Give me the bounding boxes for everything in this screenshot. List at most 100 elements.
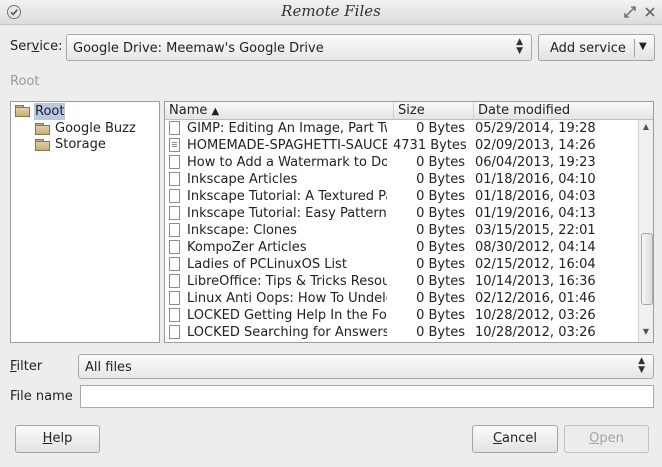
file-date: 06/04/2013, 19:23 — [475, 155, 596, 170]
file-row[interactable]: Inkscape Tutorial: A Textured Pattern 0 B… — [165, 188, 637, 205]
file-name: LOCKED Searching for Answers — [187, 325, 387, 340]
file-size: 0 Bytes — [416, 257, 465, 272]
file-row[interactable]: LOCKED Searching for Answers 0 Bytes 10/28… — [165, 324, 637, 341]
maximize-icon[interactable] — [622, 4, 638, 20]
folder-tree[interactable]: Root Google Buzz Storage — [10, 101, 160, 343]
scroll-down-icon[interactable]: ▼ — [640, 327, 652, 336]
file-size: 0 Bytes — [416, 240, 465, 255]
tree-item-storage[interactable]: Storage — [11, 136, 159, 153]
file-row[interactable]: Inkscape Articles 0 Bytes 01/18/2016, 04:1… — [165, 171, 637, 188]
file-name: Inkscape Articles — [187, 172, 298, 187]
open-label: Open — [589, 431, 624, 446]
document-icon — [169, 121, 180, 135]
file-row[interactable]: HOMEMADE-SPAGHETTI-SAUCE 4731 Bytes 02/09/… — [165, 137, 637, 154]
text-file-icon — [169, 138, 180, 152]
file-size: 0 Bytes — [416, 121, 465, 136]
title-bar: Remote Files — [0, 0, 662, 25]
file-name: How to Add a Watermark to Documents — [187, 155, 387, 170]
tree-item-label: Google Buzz — [55, 121, 136, 136]
file-date: 05/29/2014, 19:28 — [475, 121, 596, 136]
file-name: Ladies of PCLinuxOS List — [187, 257, 347, 272]
file-name: Linux Anti Oops: How To Undelete — [187, 291, 387, 306]
file-date: 01/18/2016, 04:03 — [475, 189, 596, 204]
tree-item-root[interactable]: Root — [11, 103, 159, 120]
filter-value: All files — [85, 360, 132, 375]
file-name: GIMP: Editing An Image, Part Two — [187, 121, 387, 136]
filter-select[interactable]: All files ▲ ▼ — [78, 354, 654, 379]
service-value: Google Drive: Meemaw's Google Drive — [73, 41, 324, 56]
file-row[interactable]: GIMP: Editing An Image, Part Two 0 Bytes 0… — [165, 120, 637, 137]
file-row[interactable]: Inkscape: Clones 0 Bytes 03/15/2015, 22:01 — [165, 222, 637, 239]
help-label: Help — [42, 431, 73, 446]
file-row[interactable]: Linux Anti Oops: How To Undelete 0 Bytes 0… — [165, 290, 637, 307]
service-label: Service: — [10, 39, 63, 54]
file-name: LibreOffice: Tips & Tricks Resources — [187, 274, 387, 289]
tree-item-google-buzz[interactable]: Google Buzz — [11, 120, 159, 137]
file-size: 0 Bytes — [416, 189, 465, 204]
file-date: 01/18/2016, 04:10 — [475, 172, 596, 187]
file-date: 10/14/2013, 16:36 — [475, 274, 596, 289]
file-row[interactable]: Ladies of PCLinuxOS List 0 Bytes 02/15/201… — [165, 256, 637, 273]
document-icon — [169, 240, 180, 254]
file-size: 0 Bytes — [416, 274, 465, 289]
scroll-up-icon[interactable]: ▲ — [640, 122, 652, 131]
document-icon — [169, 155, 180, 169]
tree-item-label: Storage — [55, 137, 106, 152]
file-rows: GIMP: Editing An Image, Part Two 0 Bytes 0… — [165, 120, 637, 342]
column-header-name[interactable]: Name ▲ — [165, 102, 394, 120]
file-date: 02/09/2013, 14:26 — [475, 138, 596, 153]
document-icon — [169, 172, 180, 186]
file-name: KompoZer Articles — [187, 240, 307, 255]
column-header-date[interactable]: Date modified — [474, 102, 653, 120]
file-size: 4731 Bytes — [393, 138, 467, 153]
sort-ascending-icon: ▲ — [211, 106, 220, 117]
button-divider — [634, 39, 635, 57]
open-button[interactable]: Open — [564, 425, 649, 453]
document-icon — [169, 206, 180, 220]
document-icon — [169, 189, 180, 203]
file-row[interactable]: How to Add a Watermark to Documents 0 Byt… — [165, 154, 637, 171]
file-name: LOCKED Getting Help In the Forum — [187, 308, 387, 323]
file-size: 0 Bytes — [416, 325, 465, 340]
document-icon — [169, 291, 180, 305]
folder-icon — [35, 123, 51, 135]
updown-icon: ▲ ▼ — [638, 356, 645, 375]
file-size: 0 Bytes — [416, 206, 465, 221]
file-list[interactable]: Name ▲ Size Date modified GIMP: Editing … — [164, 101, 654, 343]
dropdown-arrow-icon[interactable]: ▼ — [639, 41, 647, 52]
document-icon — [169, 325, 180, 339]
close-icon[interactable] — [642, 4, 658, 20]
document-icon — [169, 257, 180, 271]
document-icon — [169, 274, 180, 288]
vertical-scrollbar[interactable]: ▲ ▼ — [638, 120, 653, 342]
service-select[interactable]: Google Drive: Meemaw's Google Drive ▲ ▼ — [66, 34, 532, 61]
file-name: HOMEMADE-SPAGHETTI-SAUCE — [187, 138, 387, 153]
cancel-button[interactable]: Cancel — [472, 425, 558, 453]
location-path: Root — [10, 74, 40, 89]
file-row[interactable]: KompoZer Articles 0 Bytes 08/30/2012, 04:1… — [165, 239, 637, 256]
help-button[interactable]: Help — [15, 425, 100, 453]
file-date: 10/28/2012, 03:26 — [475, 325, 596, 340]
scrollbar-thumb[interactable] — [641, 233, 653, 305]
window-title: Remote Files — [281, 2, 381, 20]
cancel-label: Cancel — [492, 431, 538, 446]
file-date: 02/15/2012, 16:04 — [475, 257, 596, 272]
add-service-button[interactable]: Add service ▼ — [538, 34, 655, 61]
filename-input[interactable] — [80, 385, 654, 408]
tree-item-label: Root — [34, 103, 66, 120]
column-label: Name — [169, 103, 208, 118]
file-row[interactable]: LibreOffice: Tips & Tricks Resources 0 By… — [165, 273, 637, 290]
file-name: Inkscape Tutorial: A Textured Pattern — [187, 189, 387, 204]
filename-label: File name — [10, 389, 73, 404]
file-date: 03/15/2015, 22:01 — [475, 223, 596, 238]
file-date: 08/30/2012, 04:14 — [475, 240, 596, 255]
file-row[interactable]: Inkscape Tutorial: Easy Patterns 0 Bytes 0… — [165, 205, 637, 222]
file-size: 0 Bytes — [416, 308, 465, 323]
folder-icon — [35, 139, 51, 151]
column-header-size[interactable]: Size — [394, 102, 474, 120]
document-icon — [169, 223, 180, 237]
document-icon — [169, 308, 180, 322]
file-row[interactable]: LOCKED Getting Help In the Forum 0 Bytes 1… — [165, 307, 637, 324]
folder-open-icon — [15, 105, 31, 117]
filter-label: Filter — [10, 359, 43, 374]
